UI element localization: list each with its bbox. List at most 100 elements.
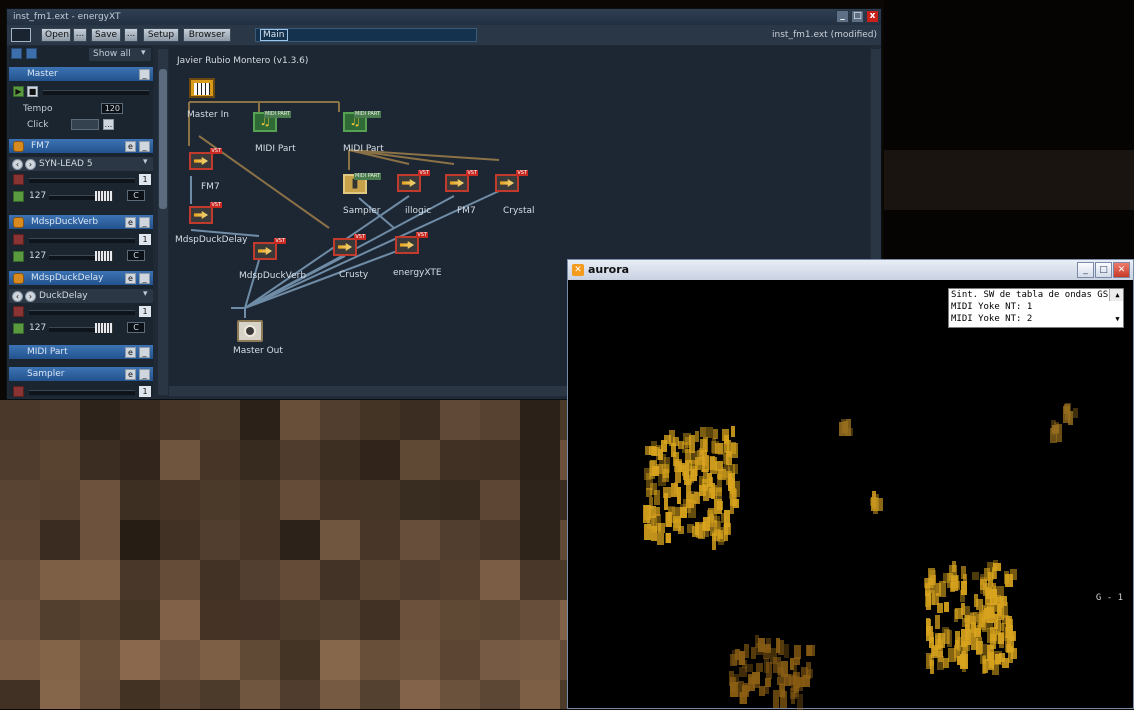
mute-button[interactable] [13,174,24,185]
next-preset-icon[interactable]: › [25,291,36,302]
collapse-button[interactable]: _ [139,141,150,152]
vst-node-mdspduckdelay[interactable]: VST [189,202,222,224]
edit-button[interactable]: e [125,141,136,152]
close-button[interactable]: x [866,10,879,23]
maximize-button[interactable]: □ [851,10,864,23]
background-pixel [200,560,240,600]
visualizer-particle [664,532,672,544]
close-button[interactable]: ✕ [1113,262,1130,278]
stop-icon[interactable]: ■ [27,86,38,97]
visualizer-particle [651,515,657,534]
channel-number[interactable]: 1 [139,306,151,317]
maximize-button[interactable]: □ [1095,262,1112,278]
pan-slider[interactable] [29,310,135,315]
visualizer-particle [928,631,934,643]
midi-part-node[interactable]: ♫ MIDI PART [343,111,381,132]
energyxt-titlebar[interactable]: inst_fm1.ext - energyXT _ □ x [7,9,881,25]
master-collapse-button[interactable]: _ [139,69,150,80]
preset-name: SYN-LEAD 5 [39,159,93,169]
background-pixel [200,640,240,680]
mute-button[interactable] [13,386,24,397]
sampler-node[interactable]: ▮ MIDI PART [343,173,381,194]
midi-part-node[interactable]: ♫ MIDI PART [253,111,291,132]
master-header[interactable]: Master [9,67,153,81]
browser-button[interactable]: Browser [183,28,231,42]
show-all-dropdown[interactable]: Show all ▾ [89,48,151,61]
view-icon[interactable] [11,48,22,59]
prev-preset-icon[interactable]: ‹ [12,159,23,170]
vst-node-illogic[interactable]: VST [397,170,430,192]
solo-button[interactable] [13,191,24,202]
main-tab-field[interactable]: Main [255,28,477,42]
visualizer-particle [764,658,769,673]
edit-button[interactable]: e [125,273,136,284]
transport-display[interactable] [11,28,31,42]
prev-preset-icon[interactable]: ‹ [12,291,23,302]
open-options-button[interactable]: ... [73,28,87,42]
click-field[interactable] [71,119,99,130]
visualizer-particle [643,524,652,541]
background-pixel [440,680,480,709]
collapse-button[interactable]: _ [139,273,150,284]
solo-button[interactable] [13,251,24,262]
background-pixel [80,640,120,680]
tempo-field[interactable]: 120 [101,103,123,114]
vst-node-energyxte[interactable]: VST [395,232,428,254]
vst-node-fm7[interactable]: VST [189,148,222,170]
track-panel-scrollbar[interactable] [158,49,168,395]
play-icon[interactable]: ▶ [13,86,24,97]
vst-node-crystal[interactable]: VST [495,170,528,192]
position-slider[interactable] [43,90,149,95]
background-pixel [320,600,360,640]
edit-button[interactable]: e [125,217,136,228]
background-pixel [480,440,520,480]
mute-button[interactable] [13,234,24,245]
background-pixel [120,480,160,520]
aurora-titlebar[interactable]: ✕ aurora _ □ ✕ [568,260,1133,280]
save-button[interactable]: Save [91,28,121,42]
click-options-button[interactable]: ... [103,119,114,130]
speaker-icon[interactable] [237,320,263,342]
open-button[interactable]: Open [41,28,71,42]
vst-node-crusty[interactable]: VST [333,234,366,256]
visualizer-particle [687,524,694,533]
pan-slider[interactable] [29,178,135,183]
channel-number[interactable]: 1 [139,174,151,185]
background-pixel [320,680,360,709]
background-pixel [0,480,40,520]
c-button[interactable]: C [127,322,145,333]
collapse-button[interactable]: _ [139,347,150,358]
info-icon[interactable] [26,48,37,59]
minimize-button[interactable]: _ [836,10,849,23]
next-preset-icon[interactable]: › [25,159,36,170]
vst-node-fm7[interactable]: VST [445,170,478,192]
edit-button[interactable]: e [125,347,136,358]
save-options-button[interactable]: ... [124,28,138,42]
piano-icon[interactable] [189,78,215,98]
solo-button[interactable] [13,323,24,334]
background-pixel [80,480,120,520]
vst-node-mdspduckverb[interactable]: VST [253,238,286,260]
visualizer-particle [643,505,651,524]
mute-button[interactable] [13,306,24,317]
channel-number[interactable]: 1 [139,386,151,397]
visualizer-area[interactable] [568,280,1133,710]
visualizer-particle [732,481,740,498]
visualizer-particle [660,440,668,453]
c-button[interactable]: C [127,190,145,201]
scrollbar-thumb[interactable] [159,69,167,209]
visualizer-particle [779,682,785,692]
edit-button[interactable]: e [125,369,136,380]
collapse-button[interactable]: _ [139,369,150,380]
minimize-button[interactable]: _ [1077,262,1094,278]
channel-number[interactable]: 1 [139,234,151,245]
c-button[interactable]: C [127,250,145,261]
setup-button[interactable]: Setup [143,28,179,42]
visualizer-particle [1005,625,1014,639]
collapse-button[interactable]: _ [139,217,150,228]
background-pixel [320,400,360,440]
visualizer-particle [991,569,996,579]
pan-slider[interactable] [29,390,135,395]
background-pixel [440,600,480,640]
pan-slider[interactable] [29,238,135,243]
